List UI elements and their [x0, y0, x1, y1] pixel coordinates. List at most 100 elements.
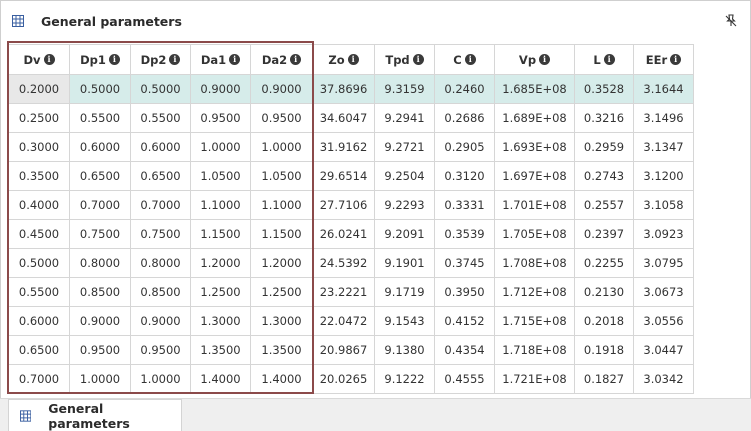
table-cell[interactable]: 9.2091	[374, 219, 435, 249]
table-cell[interactable]: 3.1347	[633, 132, 694, 162]
table-cell[interactable]: 20.0265	[312, 364, 375, 394]
table-cell[interactable]: 0.9000	[190, 74, 251, 104]
table-cell[interactable]: 0.3950	[434, 277, 495, 307]
column-header-dp1[interactable]: Dp1 i	[69, 44, 131, 75]
column-header-da1[interactable]: Da1 i	[190, 44, 251, 75]
info-icon[interactable]: i	[603, 54, 615, 65]
info-icon[interactable]: i	[169, 54, 181, 65]
table-cell[interactable]: 26.0241	[312, 219, 375, 249]
table-cell[interactable]: 0.3539	[434, 219, 495, 249]
table-cell[interactable]: 0.1918	[574, 335, 634, 365]
table-cell[interactable]: 27.7106	[312, 190, 375, 220]
table-cell[interactable]: 0.4555	[434, 364, 495, 394]
table-cell[interactable]: 0.9500	[130, 335, 191, 365]
table-cell[interactable]: 0.6000	[8, 306, 70, 336]
info-icon[interactable]: i	[412, 54, 424, 65]
table-cell[interactable]: 0.2018	[574, 306, 634, 336]
table-cell[interactable]: 0.6000	[69, 132, 131, 162]
table-cell[interactable]: 0.2557	[574, 190, 634, 220]
table-cell[interactable]: 0.5500	[130, 103, 191, 133]
table-cell[interactable]: 1.4000	[190, 364, 251, 394]
table-cell[interactable]: 23.2221	[312, 277, 375, 307]
table-cell[interactable]: 0.7500	[130, 219, 191, 249]
table-cell[interactable]: 1.0500	[190, 161, 251, 191]
table-cell[interactable]: 29.6514	[312, 161, 375, 191]
table-cell[interactable]: 1.693E+08	[494, 132, 575, 162]
table-cell[interactable]: 0.6500	[130, 161, 191, 191]
table-cell[interactable]: 0.3000	[8, 132, 70, 162]
table-cell[interactable]: 0.6500	[69, 161, 131, 191]
table-cell[interactable]: 0.9000	[130, 306, 191, 336]
table-cell[interactable]: 0.9000	[69, 306, 131, 336]
table-cell[interactable]: 0.2000	[8, 74, 70, 104]
table-cell[interactable]: 0.2686	[434, 103, 495, 133]
info-icon[interactable]: i	[229, 54, 241, 65]
table-cell[interactable]: 0.2743	[574, 161, 634, 191]
table-cell[interactable]: 3.0556	[633, 306, 694, 336]
table-row[interactable]: 0.6500 0.9500 0.9500 1.3500 1.3500 20.9867 9.1…	[8, 335, 694, 365]
table-cell[interactable]: 9.1901	[374, 248, 435, 278]
table-cell[interactable]: 3.1058	[633, 190, 694, 220]
table-cell[interactable]: 0.3216	[574, 103, 634, 133]
table-cell[interactable]: 9.2293	[374, 190, 435, 220]
table-row[interactable]: 0.3000 0.6000 0.6000 1.0000 1.0000 31.9162 9.2…	[8, 132, 694, 162]
table-cell[interactable]: 1.689E+08	[494, 103, 575, 133]
table-cell[interactable]: 0.5500	[8, 277, 70, 307]
table-cell[interactable]: 1.685E+08	[494, 74, 575, 104]
table-cell[interactable]: 0.9500	[190, 103, 251, 133]
table-cell[interactable]: 1.2500	[190, 277, 251, 307]
column-header-tpd[interactable]: Tpd i	[374, 44, 435, 75]
table-cell[interactable]: 1.1500	[190, 219, 251, 249]
table-cell[interactable]: 1.708E+08	[494, 248, 575, 278]
table-cell[interactable]: 0.2397	[574, 219, 634, 249]
table-cell[interactable]: 3.1644	[633, 74, 694, 104]
table-cell[interactable]: 3.1496	[633, 103, 694, 133]
table-cell[interactable]: 0.1827	[574, 364, 634, 394]
table-cell[interactable]: 3.1200	[633, 161, 694, 191]
table-cell[interactable]: 3.0795	[633, 248, 694, 278]
table-row[interactable]: 0.6000 0.9000 0.9000 1.3000 1.3000 22.0472 9.1…	[8, 306, 694, 336]
table-row[interactable]: 0.3500 0.6500 0.6500 1.0500 1.0500 29.6514 9.2…	[8, 161, 694, 191]
table-cell[interactable]: 1.2000	[190, 248, 251, 278]
table-cell[interactable]: 1.1500	[250, 219, 313, 249]
table-cell[interactable]: 1.3500	[250, 335, 313, 365]
table-cell[interactable]: 9.1380	[374, 335, 435, 365]
table-cell[interactable]: 0.2959	[574, 132, 634, 162]
table-cell[interactable]: 0.2460	[434, 74, 495, 104]
table-cell[interactable]: 1.715E+08	[494, 306, 575, 336]
table-cell[interactable]: 0.3331	[434, 190, 495, 220]
table-cell[interactable]: 0.8000	[130, 248, 191, 278]
table-cell[interactable]: 22.0472	[312, 306, 375, 336]
table-cell[interactable]: 0.2500	[8, 103, 70, 133]
table-cell[interactable]: 3.0923	[633, 219, 694, 249]
table-cell[interactable]: 0.5000	[8, 248, 70, 278]
info-icon[interactable]: i	[539, 54, 551, 65]
table-cell[interactable]: 0.3120	[434, 161, 495, 191]
table-cell[interactable]: 0.9000	[250, 74, 313, 104]
table-cell[interactable]: 0.3745	[434, 248, 495, 278]
table-cell[interactable]: 1.718E+08	[494, 335, 575, 365]
info-icon[interactable]: i	[108, 54, 120, 65]
column-header-dp2[interactable]: Dp2 i	[130, 44, 191, 75]
table-cell[interactable]: 1.1000	[250, 190, 313, 220]
table-cell[interactable]: 0.3500	[8, 161, 70, 191]
table-cell[interactable]: 1.697E+08	[494, 161, 575, 191]
table-cell[interactable]: 0.5000	[69, 74, 131, 104]
table-cell[interactable]: 9.3159	[374, 74, 435, 104]
table-cell[interactable]: 34.6047	[312, 103, 375, 133]
table-cell[interactable]: 0.5000	[130, 74, 191, 104]
table-cell[interactable]: 0.9500	[250, 103, 313, 133]
column-header-zo[interactable]: Zo i	[312, 44, 375, 75]
table-row[interactable]: 0.4000 0.7000 0.7000 1.1000 1.1000 27.7106 9.2…	[8, 190, 694, 220]
column-header-c[interactable]: Ci	[434, 44, 495, 75]
table-row[interactable]: 0.2500 0.5500 0.5500 0.9500 0.9500 34.6047 9.2…	[8, 103, 694, 133]
table-cell[interactable]: 0.2255	[574, 248, 634, 278]
table-row[interactable]: 0.5000 0.8000 0.8000 1.2000 1.2000 24.5392 9.1…	[8, 248, 694, 278]
column-header-l[interactable]: Li	[574, 44, 634, 75]
column-header-da2[interactable]: Da2 i	[250, 44, 313, 75]
table-cell[interactable]: 0.2905	[434, 132, 495, 162]
info-icon[interactable]: i	[43, 54, 55, 65]
info-icon[interactable]: i	[670, 54, 682, 65]
table-cell[interactable]: 31.9162	[312, 132, 375, 162]
table-cell[interactable]: 3.0673	[633, 277, 694, 307]
